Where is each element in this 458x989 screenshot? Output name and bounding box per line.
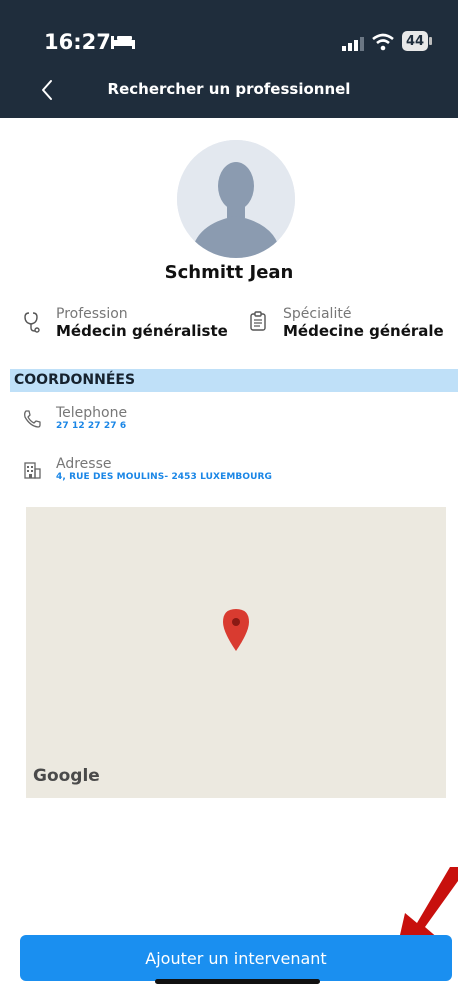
specialite-field: Spécialité Médecine générale: [283, 306, 444, 340]
stethoscope-icon: [20, 311, 42, 337]
signal-icon: [342, 36, 364, 55]
clipboard-icon: [248, 310, 268, 336]
top-bar: 16:27 44 Rechercher un professionnel: [0, 0, 458, 118]
battery-level: 44: [402, 31, 428, 51]
wifi-icon: [372, 33, 394, 55]
telephone-label: Telephone: [56, 405, 128, 421]
specialite-value: Médecine générale: [283, 322, 444, 340]
phone-icon: [22, 409, 42, 433]
avatar: [177, 140, 295, 258]
home-indicator: [155, 979, 320, 984]
building-icon: [22, 460, 42, 484]
adresse-field[interactable]: Adresse 4, RUE DES MOULINS- 2453 LUXEMBO…: [56, 456, 272, 482]
status-time: 16:27: [44, 30, 111, 54]
profession-field: Profession Médecin généraliste: [56, 306, 228, 340]
map-pin-icon[interactable]: [222, 608, 250, 656]
coordonnees-section-header: COORDONNÉES: [10, 369, 458, 392]
telephone-field[interactable]: Telephone 27 12 27 27 6: [56, 405, 127, 431]
professional-name: Schmitt Jean: [164, 262, 294, 283]
adresse-value[interactable]: 4, RUE DES MOULINS- 2453 LUXEMBOURG: [56, 472, 272, 482]
add-intervenant-button[interactable]: Ajouter un intervenant: [20, 935, 452, 981]
telephone-value[interactable]: 27 12 27 27 6: [56, 421, 127, 431]
adresse-label: Adresse: [56, 456, 112, 472]
person-silhouette-icon: [177, 140, 295, 258]
google-logo: Google: [33, 766, 100, 786]
profession-label: Profession: [56, 306, 128, 322]
profession-value: Médecin généraliste: [56, 322, 228, 340]
battery-icon: 44: [402, 31, 432, 51]
page-title: Rechercher un professionnel: [107, 80, 351, 98]
bed-icon: [110, 34, 136, 54]
specialite-label: Spécialité: [283, 306, 352, 322]
